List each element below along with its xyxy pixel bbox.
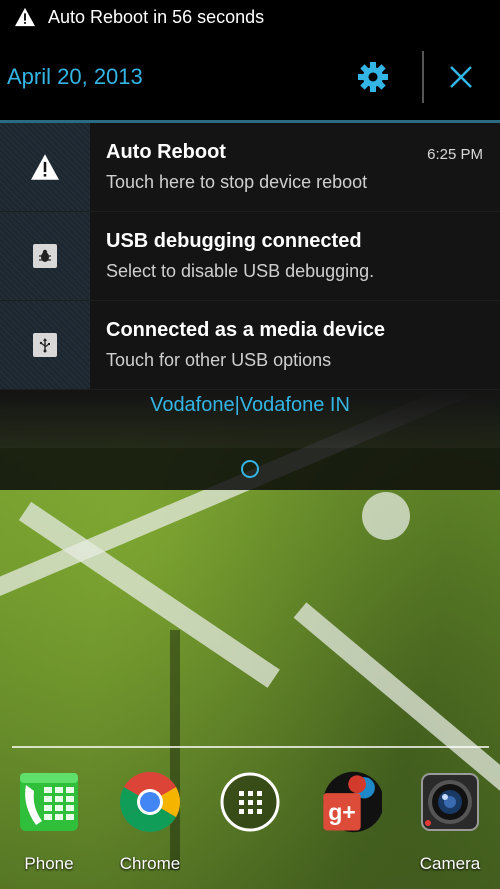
dock-label: Chrome bbox=[119, 854, 181, 873]
dock-item-camera[interactable]: Camera bbox=[405, 770, 495, 874]
warning-icon bbox=[15, 7, 35, 27]
notification-shade-header: April 20, 2013 bbox=[0, 34, 500, 120]
phone-icon bbox=[17, 770, 81, 834]
notification-text: Touch here to stop device reboot bbox=[106, 172, 368, 192]
notification-media-device[interactable]: Connected as a media device Touch for ot… bbox=[0, 301, 500, 390]
status-ticker-text: Auto Reboot in 56 seconds bbox=[48, 6, 265, 27]
usb-icon bbox=[33, 333, 57, 357]
home-dock: Phone Chrome g+ Camera bbox=[0, 770, 500, 880]
notification-title: USB debugging connected bbox=[106, 230, 362, 252]
notification-list: Auto Reboot Touch here to stop device re… bbox=[0, 123, 500, 390]
notification-auto-reboot[interactable]: Auto Reboot Touch here to stop device re… bbox=[0, 123, 500, 212]
svg-text:g+: g+ bbox=[328, 799, 356, 825]
notification-title: Connected as a media device bbox=[106, 319, 386, 341]
handle-ring-icon bbox=[241, 460, 259, 478]
close-icon[interactable] bbox=[446, 62, 476, 92]
dock-divider bbox=[12, 746, 489, 748]
camera-icon bbox=[418, 770, 482, 834]
dock-item-google-plus[interactable]: g+ bbox=[305, 770, 395, 854]
notification-text: Touch for other USB options bbox=[106, 350, 332, 370]
status-bar[interactable]: Auto Reboot in 56 seconds bbox=[0, 0, 500, 34]
dock-item-phone[interactable]: Phone bbox=[4, 770, 94, 874]
carrier-label: Vodafone|Vodafone IN bbox=[150, 393, 350, 416]
dock-item-app-drawer[interactable] bbox=[205, 770, 295, 854]
chrome-icon bbox=[118, 770, 182, 834]
shade-drag-handle[interactable] bbox=[0, 448, 500, 490]
notification-usb-debugging[interactable]: USB debugging connected Select to disabl… bbox=[0, 212, 500, 301]
notification-time: 6:25 PM bbox=[427, 146, 483, 163]
shade-date: April 20, 2013 bbox=[7, 64, 143, 89]
bug-icon bbox=[33, 244, 57, 268]
carrier-bar: Vodafone|Vodafone IN bbox=[0, 390, 500, 448]
header-divider bbox=[422, 51, 424, 103]
dock-label: Phone bbox=[24, 854, 74, 873]
notification-text: Select to disable USB debugging. bbox=[106, 261, 375, 281]
notification-icon-box bbox=[0, 123, 90, 211]
gear-icon[interactable] bbox=[356, 60, 390, 94]
dock-item-chrome[interactable]: Chrome bbox=[105, 770, 195, 874]
google-plus-icon: g+ bbox=[318, 770, 382, 834]
dock-label: Camera bbox=[419, 854, 481, 873]
warning-icon bbox=[31, 154, 59, 180]
wallpaper-penalty-spot bbox=[362, 492, 410, 540]
notification-icon-box bbox=[0, 301, 90, 389]
app-drawer-icon bbox=[218, 770, 282, 834]
notification-icon-box bbox=[0, 212, 90, 300]
